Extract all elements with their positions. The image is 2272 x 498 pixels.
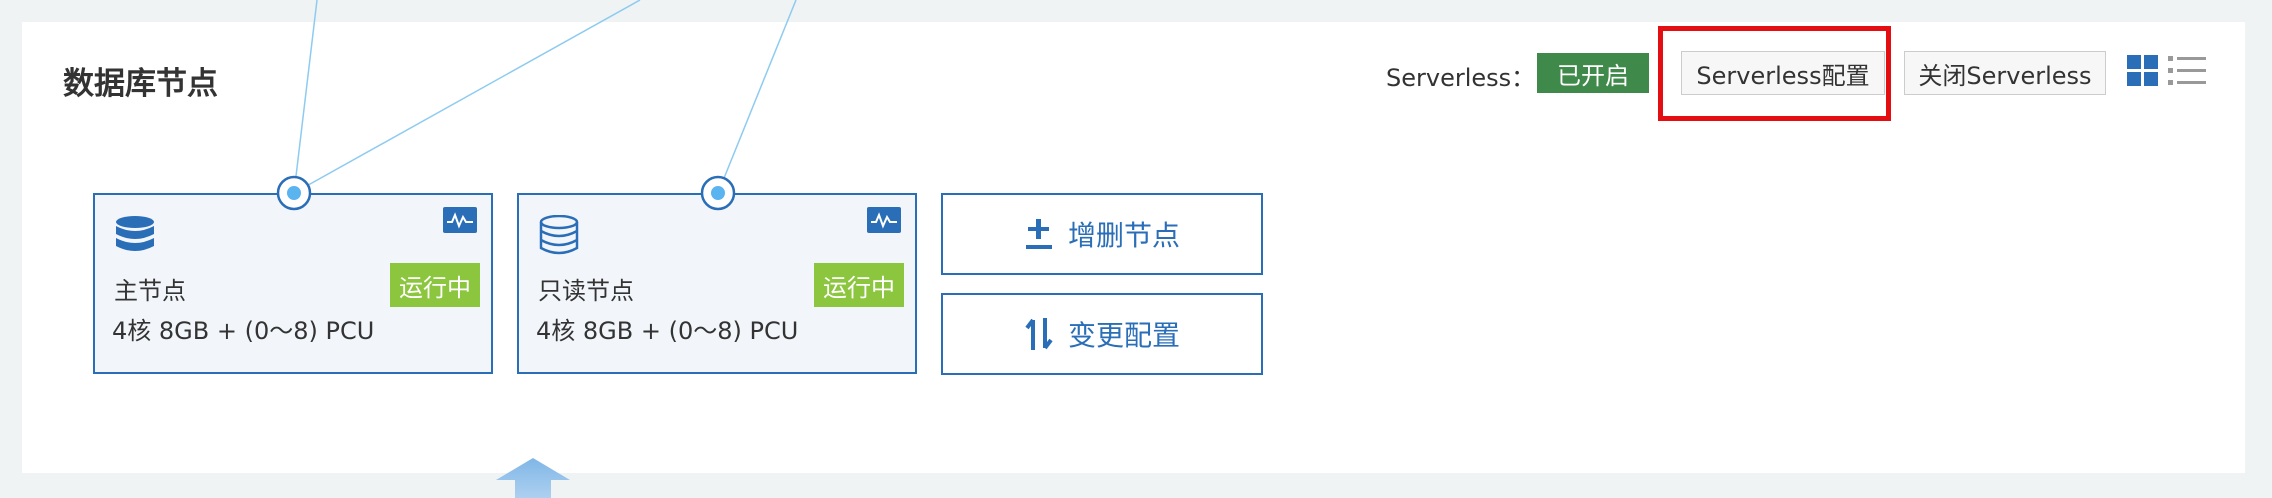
add-remove-nodes-label: 增删节点 — [1067, 219, 1180, 252]
add-remove-nodes-button[interactable]: 增删节点 — [941, 193, 1263, 275]
node-card-primary[interactable]: 主节点 运行中 4核 8GB + (0～8) PCU — [93, 193, 493, 374]
node-spec: 4核 8GB + (0～8) PCU — [112, 317, 375, 345]
monitor-chart-icon[interactable] — [867, 207, 901, 233]
change-config-label: 变更配置 — [1067, 319, 1180, 352]
connector-dot — [700, 175, 736, 211]
serverless-status-badge: 已开启 — [1537, 53, 1649, 93]
swap-vertical-icon — [1025, 318, 1053, 350]
up-arrow-icon — [496, 458, 570, 498]
list-view-icon[interactable] — [2168, 55, 2206, 87]
node-status-badge: 运行中 — [390, 263, 480, 307]
database-outline-icon — [539, 215, 579, 255]
node-name: 主节点 — [114, 277, 186, 305]
section-title: 数据库节点 — [63, 66, 218, 102]
database-filled-icon — [116, 216, 154, 251]
serverless-label: Serverless： — [1386, 64, 1536, 92]
close-serverless-button[interactable]: 关闭Serverless — [1904, 51, 2106, 95]
monitor-chart-icon[interactable] — [443, 207, 477, 233]
grid-view-icon[interactable] — [2127, 55, 2159, 87]
node-status-badge: 运行中 — [814, 263, 904, 307]
highlight-box — [1658, 26, 1891, 121]
node-card-readonly[interactable]: 只读节点 运行中 4核 8GB + (0～8) PCU — [517, 193, 917, 374]
node-spec: 4核 8GB + (0～8) PCU — [536, 317, 799, 345]
plus-minus-icon — [1025, 219, 1052, 249]
node-name: 只读节点 — [538, 277, 634, 305]
change-config-button[interactable]: 变更配置 — [941, 293, 1263, 375]
connector-dot — [276, 175, 312, 211]
